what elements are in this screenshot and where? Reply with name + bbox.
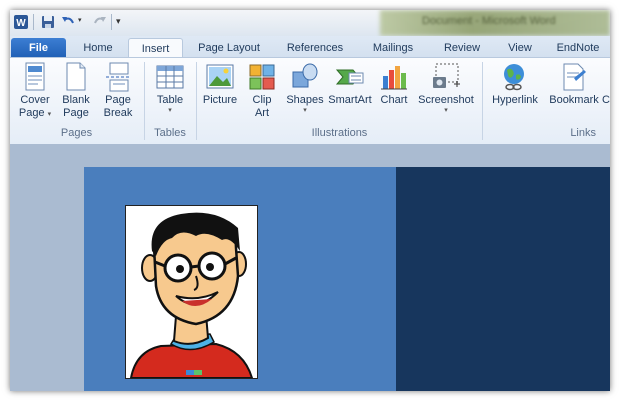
cross-reference-button[interactable]: Cr xyxy=(602,62,610,107)
ribbon-tabs: File Home Insert Page Layout References … xyxy=(10,36,610,59)
clip-art-button[interactable]: Clip Art xyxy=(242,62,282,120)
cross-reference-icon xyxy=(602,62,610,92)
undo-icon[interactable] xyxy=(60,14,76,30)
hyperlink-button[interactable]: Hyperlink xyxy=(486,62,544,107)
bookmark-button[interactable]: Bookmark xyxy=(546,62,602,107)
picture-label: Picture xyxy=(202,94,238,106)
clip-art-label-2: Art xyxy=(254,107,270,119)
table-label: Table xyxy=(156,94,184,106)
clip-art-icon xyxy=(249,64,275,90)
document-page[interactable] xyxy=(84,167,610,391)
tab-page-layout[interactable]: Page Layout xyxy=(190,38,268,58)
page-break-label-1: Page xyxy=(105,94,131,106)
ribbon-insert: Cover Page ▾ Blank Page Page Break Pages xyxy=(10,57,610,145)
screenshot-dropdown-icon: ▾ xyxy=(444,107,448,114)
page-break-icon xyxy=(106,62,130,92)
screenshot-label: Screenshot xyxy=(418,94,474,106)
cartoon-picture[interactable] xyxy=(125,205,258,379)
cross-reference-label: Cr xyxy=(602,94,610,106)
table-dropdown-icon: ▾ xyxy=(168,107,172,114)
page-break-label-2: Break xyxy=(103,107,133,119)
word-app-icon[interactable]: W xyxy=(13,14,29,30)
save-icon[interactable] xyxy=(40,14,56,30)
tab-mailings[interactable]: Mailings xyxy=(362,38,424,58)
hyperlink-label: Hyperlink xyxy=(492,94,538,106)
tab-file[interactable]: File xyxy=(11,38,66,58)
cover-page-label-2: Page ▾ xyxy=(18,107,52,119)
blank-page-label-2: Page xyxy=(63,107,89,119)
cover-page-label-1: Cover xyxy=(20,94,50,106)
undo-dropdown-icon[interactable]: ▾ xyxy=(78,16,82,24)
smartart-button[interactable]: SmartArt xyxy=(326,62,374,107)
word-window: W ▾ ▾ Document - Microsoft Word File Hom… xyxy=(10,10,610,391)
page-dark-panel xyxy=(396,167,610,391)
smartart-icon xyxy=(335,69,364,85)
window-title: Document - Microsoft Word xyxy=(422,15,556,27)
chart-label: Chart xyxy=(380,94,408,106)
cover-page-button[interactable]: Cover Page ▾ xyxy=(14,62,56,120)
blank-page-icon xyxy=(66,62,86,91)
tab-home[interactable]: Home xyxy=(74,38,122,58)
tab-endnote[interactable]: EndNote xyxy=(550,38,606,58)
page-break-button[interactable]: Page Break xyxy=(98,62,138,120)
clip-art-label-1: Clip xyxy=(252,94,272,106)
screenshot-icon xyxy=(433,63,460,88)
blank-page-button[interactable]: Blank Page xyxy=(58,62,94,120)
redo-icon[interactable] xyxy=(92,14,108,30)
illustrations-group-label: Illustrations xyxy=(311,127,368,139)
tab-references[interactable]: References xyxy=(278,38,352,58)
bookmark-label: Bookmark xyxy=(549,94,599,106)
chart-icon xyxy=(381,66,407,90)
title-bar: W ▾ ▾ Document - Microsoft Word xyxy=(10,10,610,36)
screenshot-button[interactable]: Screenshot ▾ xyxy=(414,62,478,115)
qat-separator xyxy=(111,14,112,30)
customize-qat-icon[interactable]: ▾ xyxy=(116,16,121,27)
cartoon-man-illustration xyxy=(129,212,254,378)
svg-text:W: W xyxy=(16,18,26,29)
tab-view[interactable]: View xyxy=(500,38,540,58)
shapes-label: Shapes xyxy=(286,94,324,106)
picture-button[interactable]: Picture xyxy=(200,62,240,107)
tab-insert[interactable]: Insert xyxy=(128,38,183,59)
table-button[interactable]: Table ▾ xyxy=(150,62,190,115)
table-icon xyxy=(156,65,184,89)
qat-separator xyxy=(33,14,34,30)
chart-button[interactable]: Chart xyxy=(376,62,412,107)
tab-review[interactable]: Review xyxy=(434,38,490,58)
hyperlink-icon xyxy=(504,64,524,91)
bookmark-icon xyxy=(563,63,586,91)
blank-page-label-1: Blank xyxy=(62,94,90,106)
shapes-dropdown-icon: ▾ xyxy=(303,107,307,114)
cover-page-icon xyxy=(25,62,45,91)
shapes-icon xyxy=(292,63,318,88)
links-group-label: Links xyxy=(570,127,596,139)
pages-group-label: Pages xyxy=(60,127,93,139)
shapes-button[interactable]: Shapes ▾ xyxy=(284,62,326,115)
document-workspace[interactable] xyxy=(10,144,610,391)
picture-icon xyxy=(206,64,234,89)
tables-group-label: Tables xyxy=(154,127,186,139)
smartart-label: SmartArt xyxy=(328,94,372,106)
